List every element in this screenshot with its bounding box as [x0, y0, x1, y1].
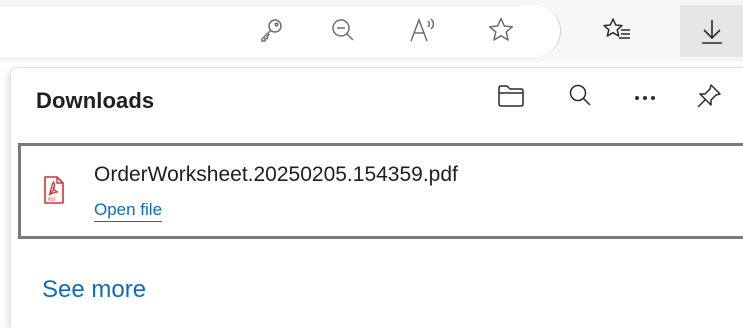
- address-bar-end: [520, 5, 561, 57]
- see-more-link[interactable]: See more: [42, 276, 146, 304]
- more-icon: [633, 89, 657, 107]
- open-file-link[interactable]: Open file: [94, 200, 163, 222]
- download-icon: [699, 17, 725, 45]
- zoom-out-button[interactable]: [320, 5, 366, 55]
- key-icon: [258, 17, 284, 43]
- read-aloud-icon: [409, 17, 437, 43]
- password-key-button[interactable]: [248, 5, 294, 55]
- pin-downloads-button[interactable]: [687, 78, 731, 118]
- download-item[interactable]: PDF OrderWorksheet.20250205.154359.pdf O…: [18, 143, 743, 239]
- zoom-out-icon: [330, 17, 356, 43]
- favorites-list-icon: [602, 16, 632, 44]
- svg-text:PDF: PDF: [48, 197, 56, 202]
- browser-toolbar: [0, 0, 743, 62]
- favorite-star-icon: [487, 16, 515, 44]
- pin-icon: [695, 82, 723, 115]
- pdf-icon: PDF: [43, 176, 65, 209]
- downloads-flyout: Downloads PDF OrderWorksheet.20250205.15…: [10, 67, 743, 328]
- search-downloads-button[interactable]: [558, 78, 602, 118]
- search-icon: [567, 83, 593, 114]
- downloads-title: Downloads: [36, 88, 155, 113]
- open-downloads-folder-button[interactable]: [489, 78, 533, 118]
- downloads-button[interactable]: [680, 5, 743, 57]
- add-favorite-button[interactable]: [478, 5, 524, 55]
- more-options-button[interactable]: [623, 78, 667, 118]
- open-folder-icon: [497, 84, 525, 113]
- download-file-name: OrderWorksheet.20250205.154359.pdf: [94, 163, 458, 186]
- favorites-button[interactable]: [594, 5, 640, 55]
- read-aloud-button[interactable]: [400, 5, 446, 55]
